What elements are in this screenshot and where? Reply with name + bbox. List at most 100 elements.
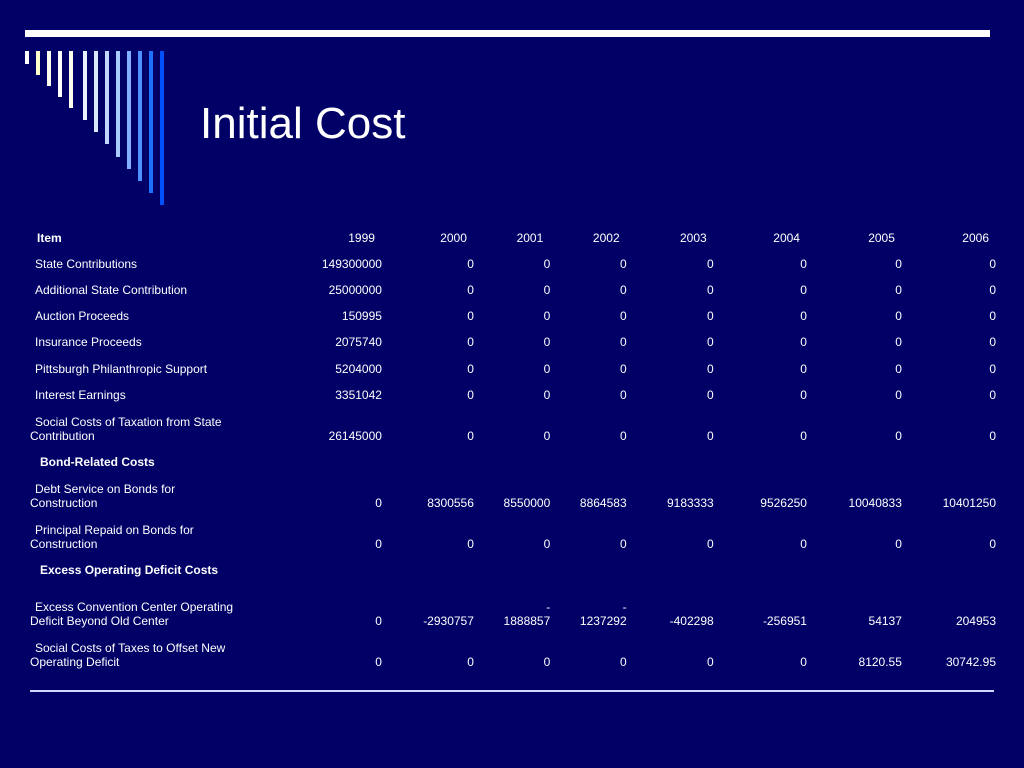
row-label: Interest Earnings: [35, 388, 126, 402]
table-cell: 0: [467, 388, 474, 402]
table-cell: 0: [619, 362, 627, 376]
row-label: Auction Proceeds: [35, 309, 130, 323]
table-cell: 0: [800, 283, 807, 297]
table-cell: 26145000: [328, 429, 382, 443]
table-cell: 0: [989, 362, 996, 376]
row-label: Additional State Contribution: [35, 283, 188, 297]
table-cell: 0: [989, 257, 996, 271]
table-cell: 0: [707, 257, 714, 271]
table-cell: 0: [375, 655, 382, 669]
row-label-line1: Social Costs of Taxation from State: [35, 415, 222, 429]
table-cell: 0: [543, 388, 551, 402]
table-cell: 0: [467, 655, 474, 669]
table-cell: 0: [800, 655, 807, 669]
table-cell: 0: [895, 309, 902, 323]
row-label-line2: Construction: [30, 537, 98, 551]
table-cell: 8300556: [427, 496, 474, 510]
column-header-2003: 2003: [679, 231, 707, 245]
table-cell: 1237292: [579, 614, 627, 628]
row-label: State Contributions: [35, 257, 138, 271]
table-cell: 1888857: [503, 614, 551, 628]
table-cell: 0: [543, 429, 551, 443]
table-header-row: Item 1999 2000 2001 2002 2003 2004 2005 …: [30, 220, 996, 245]
table-cell: 0: [707, 537, 714, 551]
table-cell: 0: [707, 655, 714, 669]
table-cell: 0: [619, 309, 627, 323]
table-cell: 0: [707, 283, 714, 297]
table-cell: 10401250: [942, 496, 996, 510]
table-cell: 0: [543, 257, 551, 271]
table-cell: 9526250: [760, 496, 807, 510]
table-cell: 10040833: [848, 496, 902, 510]
column-header-2006: 2006: [962, 231, 989, 245]
table-cell: 0: [375, 614, 382, 628]
table-cell: 150995: [341, 309, 382, 323]
table-row: Interest Earnings 3351042 0 0 0 0 0 0 0: [30, 376, 996, 402]
table-cell: 8864583: [579, 496, 627, 510]
table-cell: 0: [543, 309, 551, 323]
table-cell: 0: [895, 257, 902, 271]
dash-mark: -: [622, 600, 627, 614]
column-header-2002: 2002: [592, 231, 620, 245]
table-cell: -2930757: [423, 614, 474, 628]
table-row: Pittsburgh Philanthropic Support 5204000…: [30, 349, 996, 376]
table-cell: 8550000: [503, 496, 551, 510]
column-header-item: Item: [37, 231, 62, 245]
table-cell: 0: [989, 429, 996, 443]
table-cell: 0: [375, 496, 382, 510]
table-cell: 0: [467, 309, 474, 323]
table-cell: 0: [543, 335, 551, 349]
section-heading: Excess Operating Deficit Costs: [40, 563, 219, 577]
table-cell: 9183333: [666, 496, 714, 510]
table-cell: 0: [619, 655, 627, 669]
column-header-2004: 2004: [773, 231, 800, 245]
table-cell: 0: [619, 335, 627, 349]
row-label-line1: Principal Repaid on Bonds for: [35, 523, 194, 537]
row-label: Pittsburgh Philanthropic Support: [35, 362, 208, 376]
table-row: State Contributions 149300000 0 0 0 0 0 …: [30, 245, 996, 271]
table-row: Principal Repaid on Bonds for Constructi…: [30, 510, 996, 551]
table-cell: 0: [989, 388, 996, 402]
table-cell: 0: [800, 257, 807, 271]
table-row: Excess Convention Center Operating Defic…: [30, 577, 996, 628]
table-cell: 0: [895, 362, 902, 376]
section-row: Bond-Related Costs: [30, 443, 996, 469]
table-cell: 0: [619, 388, 627, 402]
dash-mark: -: [546, 600, 551, 614]
slide-title: Initial Cost: [200, 99, 406, 148]
table-cell: 0: [467, 335, 474, 349]
table-cell: -256951: [762, 614, 807, 628]
row-label-line2: Contribution: [30, 429, 95, 443]
table-cell: 0: [707, 388, 714, 402]
table-cell: 0: [989, 283, 996, 297]
table-cell: 0: [543, 283, 551, 297]
table-cell: 8120.55: [858, 655, 902, 669]
table-cell: 0: [619, 257, 627, 271]
table-cell: 0: [800, 309, 807, 323]
table-cell: 0: [895, 537, 902, 551]
table-cell: 30742.95: [945, 655, 996, 669]
column-header-2005: 2005: [868, 231, 895, 245]
table-cell: 0: [467, 257, 474, 271]
table-cell: 0: [707, 335, 714, 349]
table-cell: 0: [800, 388, 807, 402]
row-label-line2: Operating Deficit: [30, 655, 120, 669]
column-header-2000: 2000: [440, 231, 467, 245]
row-label-line1: Excess Convention Center Operating: [35, 600, 234, 614]
table-cell: 0: [707, 429, 714, 443]
row-label-line2: Construction: [30, 496, 98, 510]
table-cell: 25000000: [328, 283, 382, 297]
table-row: Insurance Proceeds 2075740 0 0 0 0 0 0 0: [30, 323, 996, 349]
table-row: Auction Proceeds 150995 0 0 0 0 0 0 0: [30, 297, 996, 323]
table-row: Social Costs of Taxation from State Cont…: [30, 402, 996, 443]
table-cell: 0: [800, 537, 807, 551]
table-cell: 149300000: [321, 257, 382, 271]
section-row: Excess Operating Deficit Costs: [30, 551, 996, 577]
table-row: Debt Service on Bonds for Construction 0…: [30, 469, 996, 510]
bottom-rule: [30, 690, 994, 692]
table-cell: 0: [375, 537, 382, 551]
table-cell: 0: [467, 429, 474, 443]
table-cell: 0: [467, 537, 474, 551]
table-cell: 0: [707, 309, 714, 323]
table-cell: 0: [543, 537, 551, 551]
